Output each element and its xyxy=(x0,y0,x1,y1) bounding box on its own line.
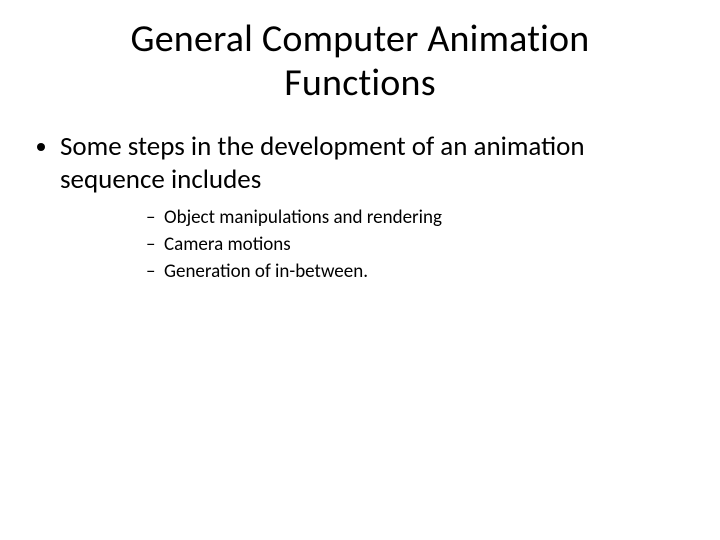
sub-bullet-2: Camera motions xyxy=(150,233,690,258)
sub-bullet-list: Object manipulations and rendering Camer… xyxy=(60,206,690,284)
slide-title: General Computer Animation Functions xyxy=(0,0,720,105)
title-line-2: Functions xyxy=(284,60,436,106)
slide: General Computer Animation Functions Som… xyxy=(0,0,720,540)
sub-bullet-3: Generation of in-between. xyxy=(150,260,690,285)
sub-bullet-text-2: Camera motions xyxy=(164,233,291,256)
sub-bullet-text-3: Generation of in-between. xyxy=(164,260,368,283)
bullet-item-1: Some steps in the development of an anim… xyxy=(60,131,690,284)
sub-bullet-1: Object manipulations and rendering xyxy=(150,206,690,231)
bullet-list: Some steps in the development of an anim… xyxy=(30,131,690,284)
bullet-text-1: Some steps in the development of an anim… xyxy=(60,130,585,195)
slide-body: Some steps in the development of an anim… xyxy=(0,105,720,284)
sub-bullet-text-1: Object manipulations and rendering xyxy=(164,206,442,229)
title-line-1: General Computer Animation xyxy=(131,16,590,62)
